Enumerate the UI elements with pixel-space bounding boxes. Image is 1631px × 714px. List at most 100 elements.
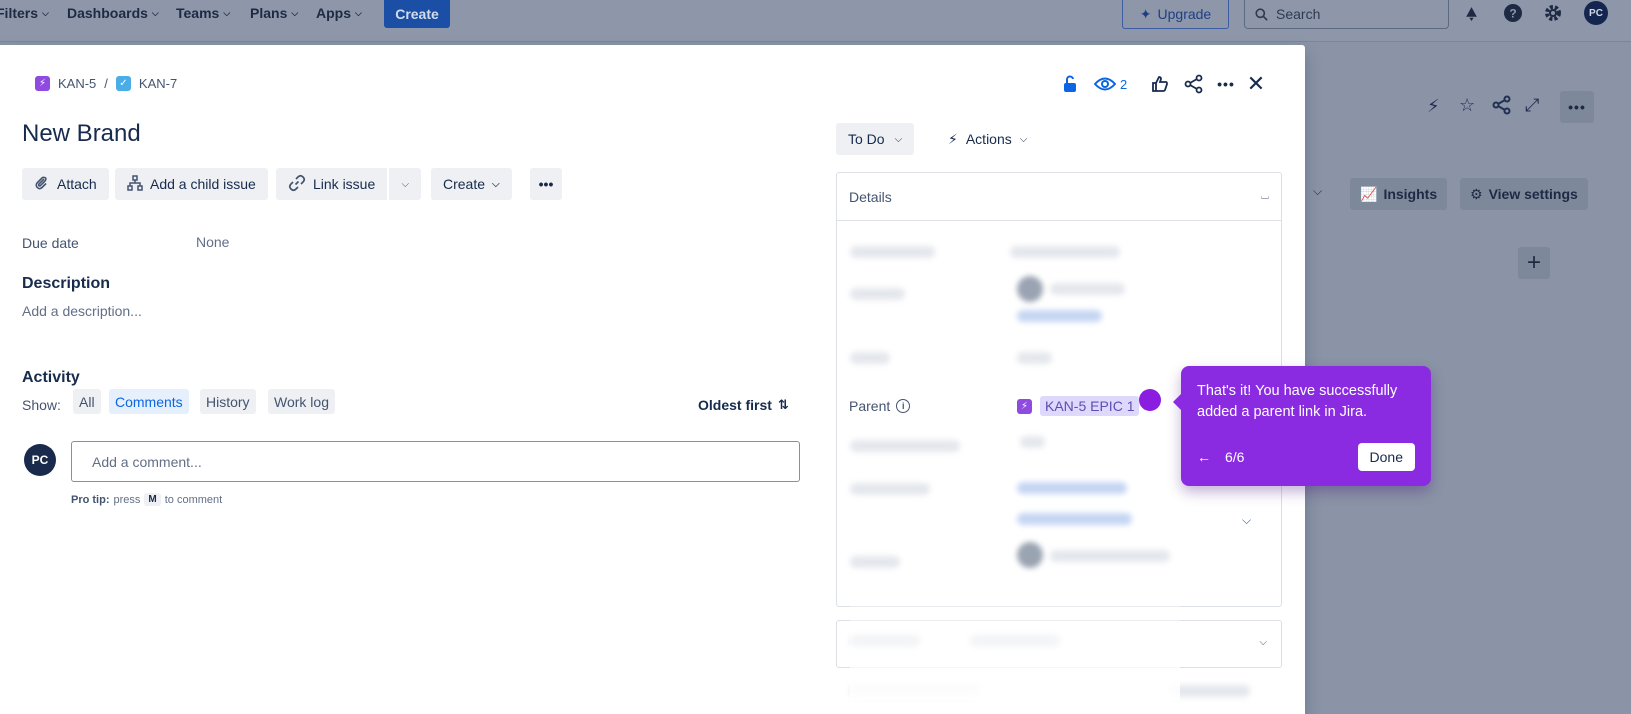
more-options-icon[interactable]: ••• <box>530 168 562 200</box>
expand-icon[interactable]: ⤢ <box>1525 95 1539 116</box>
tour-navigation: ← 6/6 <box>1197 449 1244 465</box>
activity-show-label: Show: <box>22 397 61 413</box>
epic-icon: ⚡ <box>35 76 50 91</box>
share-icon[interactable] <box>1492 95 1512 120</box>
thumbs-up-icon[interactable] <box>1148 72 1172 96</box>
settings-gear-icon[interactable] <box>1542 2 1564 24</box>
link-icon <box>288 174 306 195</box>
paperclip-icon <box>34 175 50 194</box>
fade-overlay <box>850 600 1180 700</box>
watch-button[interactable]: 2 <box>1094 72 1144 96</box>
blurred-field <box>850 288 905 300</box>
watchers-count: 2 <box>1120 76 1128 92</box>
blurred-link <box>1017 513 1132 525</box>
breadcrumb: ⚡ KAN-5 / ✓ KAN-7 <box>35 76 177 91</box>
tour-beacon <box>1139 389 1161 411</box>
chevron-down-icon: ⌵ <box>223 7 231 18</box>
chevron-down-icon[interactable]: ⌵ <box>1313 184 1322 199</box>
automation-bolt-icon[interactable]: ⚡ <box>1427 96 1440 117</box>
sliders-icon: ⚙ <box>1470 185 1483 202</box>
status-dropdown[interactable]: To Do ⌵ <box>836 123 915 155</box>
details-header[interactable]: Details ⌴ <box>837 173 1281 221</box>
epic-icon: ⚡ <box>1017 398 1032 414</box>
star-icon[interactable]: ☆ <box>1459 95 1475 116</box>
task-checkbox-icon: ✓ <box>115 76 131 91</box>
blurred-field <box>1050 550 1170 562</box>
tour-step-counter: 6/6 <box>1225 449 1245 465</box>
chevron-down-icon: ⌵ <box>291 7 299 18</box>
hierarchy-icon <box>127 174 143 194</box>
blurred-field <box>1020 436 1045 448</box>
create-dropdown-button[interactable]: Create ⌵ <box>431 168 512 200</box>
blurred-field <box>850 483 930 495</box>
description-input[interactable]: Add a description... <box>22 303 142 319</box>
done-button[interactable]: Done <box>1357 443 1415 471</box>
nav-plans[interactable]: Plans ⌵ <box>250 0 298 26</box>
create-button[interactable]: Create <box>384 0 450 28</box>
blurred-avatar <box>1017 542 1043 568</box>
breadcrumb-current-link[interactable]: KAN-7 <box>139 76 177 91</box>
add-child-issue-button[interactable]: Add a child issue <box>115 168 268 200</box>
parent-label: Parent i <box>849 398 911 414</box>
info-icon[interactable]: i <box>896 399 911 413</box>
svg-text:?: ? <box>1509 7 1516 21</box>
view-settings-button[interactable]: ⚙ View settings <box>1460 178 1588 210</box>
comment-input[interactable]: Add a comment... <box>71 441 800 482</box>
search-input[interactable]: Search <box>1244 0 1449 29</box>
activity-filter-all[interactable]: All <box>73 389 101 414</box>
pro-tip: Pro tip: press M to comment <box>71 493 223 506</box>
eye-icon <box>1094 77 1116 91</box>
nav-apps[interactable]: Apps ⌵ <box>316 0 362 26</box>
chevron-down-icon: ⌵ <box>42 7 49 18</box>
share-icon[interactable] <box>1182 72 1206 96</box>
close-icon[interactable]: ✕ <box>1244 71 1268 96</box>
activity-filter-work-log[interactable]: Work log <box>268 389 335 414</box>
keyboard-shortcut-key: M <box>144 493 161 506</box>
attach-button[interactable]: Attach <box>22 168 109 200</box>
more-icon[interactable]: ••• <box>1560 91 1594 123</box>
parent-epic-link[interactable]: KAN-5 EPIC 1 <box>1040 396 1140 416</box>
tour-footer: ← 6/6 Done <box>1197 443 1415 471</box>
upgrade-button[interactable]: ✦ Upgrade <box>1122 0 1229 29</box>
add-column-button[interactable]: + <box>1518 247 1550 279</box>
chevron-down-icon: ⌵ <box>1019 133 1028 145</box>
issue-modal: ⚡ KAN-5 / ✓ KAN-7 New Brand 2 ••• ✕ Atta… <box>0 45 1305 714</box>
help-icon[interactable]: ? <box>1502 2 1524 24</box>
activity-filter-comments[interactable]: Comments <box>109 389 189 414</box>
insights-button[interactable]: 📈 Insights <box>1350 178 1448 210</box>
due-date-label: Due date <box>22 235 79 251</box>
back-arrow-icon[interactable]: ← <box>1197 449 1211 465</box>
sort-order-button[interactable]: Oldest first ⇅ <box>698 397 789 413</box>
link-issue-dropdown-chevron-icon[interactable]: ⌵ <box>389 168 421 200</box>
nav-filters[interactable]: Filters ⌵ <box>0 0 49 26</box>
chevron-down-icon: ⌵ <box>894 133 903 145</box>
issue-title[interactable]: New Brand <box>22 120 141 148</box>
unlock-icon[interactable] <box>1058 72 1082 96</box>
show-more-chevron-icon[interactable]: ⌵ <box>1242 513 1251 528</box>
blurred-field <box>850 556 900 568</box>
sparkle-icon: ✦ <box>1139 5 1152 22</box>
blurred-field <box>1010 246 1120 258</box>
blurred-field <box>1050 283 1125 295</box>
activity-filter-history[interactable]: History <box>200 389 256 414</box>
chevron-up-icon: ⌴ <box>1261 191 1269 202</box>
parent-value[interactable]: ⚡ KAN-5 EPIC 1 <box>1017 396 1140 416</box>
top-navigation: Filters ⌵ Dashboards ⌵ Teams ⌵ Plans ⌵ Apps ⌵… <box>0 0 1631 42</box>
due-date-value[interactable]: None <box>196 234 229 250</box>
sort-icon: ⇅ <box>777 397 789 412</box>
blurred-link <box>1017 482 1127 494</box>
blurred-avatar <box>1017 276 1043 302</box>
blurred-link <box>1017 310 1102 322</box>
tour-message: That's it! You have successfully added a… <box>1197 383 1398 420</box>
breadcrumb-parent-link[interactable]: KAN-5 <box>58 76 96 91</box>
nav-teams[interactable]: Teams ⌵ <box>176 0 230 26</box>
nav-dashboards[interactable]: Dashboards ⌵ <box>67 0 159 26</box>
more-actions-icon[interactable]: ••• <box>1214 72 1238 96</box>
user-avatar[interactable]: PC <box>1584 1 1608 25</box>
description-heading: Description <box>22 275 111 292</box>
chevron-down-icon: ⌵ <box>355 7 362 18</box>
link-issue-button[interactable]: Link issue <box>276 168 390 200</box>
notifications-icon[interactable] <box>1460 2 1482 24</box>
actions-button[interactable]: ⚡ Actions ⌵ <box>942 123 1033 155</box>
search-icon <box>1255 7 1268 21</box>
